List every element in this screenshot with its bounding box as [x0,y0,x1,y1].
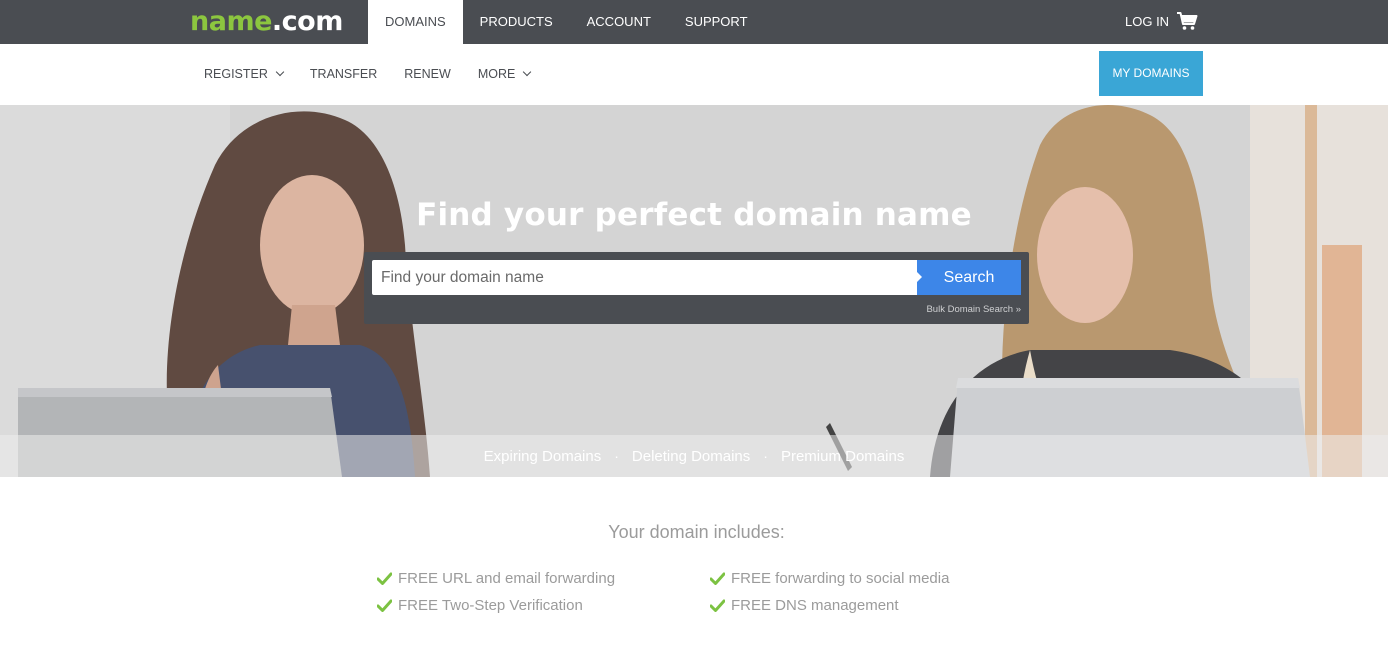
premium-domains-link[interactable]: Premium Domains [781,448,904,465]
checkmark-icon [710,572,725,585]
hero-links: Expiring Domains · Deleting Domains · Pr… [0,435,1388,477]
subnav-renew[interactable]: RENEW [404,44,451,105]
expiring-domains-link[interactable]: Expiring Domains [484,448,602,465]
subnav-register[interactable]: REGISTER [204,44,285,105]
search-button-notch [916,271,922,283]
checkmark-icon [377,599,392,612]
hero-banner: Find your perfect domain name Search Bul… [0,105,1388,477]
top-nav: DOMAINS PRODUCTS ACCOUNT SUPPORT [368,0,765,44]
checkmark-icon [710,599,725,612]
my-domains-button[interactable]: MY DOMAINS [1099,51,1203,96]
checkmark-icon [377,572,392,585]
feature-label: FREE DNS management [731,597,899,614]
feature-item: FREE DNS management [710,597,899,614]
hero-title: Find your perfect domain name [416,197,972,233]
subnav-more[interactable]: MORE [477,44,532,105]
top-nav-account[interactable]: ACCOUNT [570,0,668,44]
login-link[interactable]: LOG IN [1125,0,1169,44]
bulk-domain-search-link[interactable]: Bulk Domain Search » [926,304,1021,315]
subnav-transfer[interactable]: TRANSFER [310,44,377,105]
feature-item: FREE URL and email forwarding [377,570,615,587]
link-separator: · [614,448,619,464]
shopping-cart-icon[interactable] [1176,10,1198,32]
subnav-transfer-label: TRANSFER [309,67,378,81]
feature-label: FREE forwarding to social media [731,570,950,587]
brand-logo-part2: .com [271,6,343,37]
link-separator: · [763,448,768,464]
includes-heading: Your domain includes: [608,522,785,542]
subnav-renew-label: RENEW [404,67,451,81]
brand-logo[interactable]: name.com [190,4,343,40]
domains-subnav-bar: REGISTER TRANSFER RENEW MORE MY DOMAINS [0,44,1388,105]
feature-item: FREE forwarding to social media [710,570,949,587]
brand-logo-part1: name [190,6,272,37]
top-nav-products[interactable]: PRODUCTS [463,0,570,44]
chevron-down-icon [275,67,285,77]
feature-item: FREE Two-Step Verification [377,597,583,614]
top-nav-support[interactable]: SUPPORT [668,0,765,44]
domain-search-input[interactable] [372,260,917,295]
subnav-register-label: REGISTER [204,67,268,81]
top-nav-domains[interactable]: DOMAINS [368,0,463,44]
chevron-down-icon [523,67,532,77]
search-button-label: Search [943,269,995,286]
deleting-domains-link[interactable]: Deleting Domains [632,448,750,465]
top-navigation-bar: name.com DOMAINS PRODUCTS ACCOUNT SUPPOR… [0,0,1388,44]
domains-subnav: REGISTER TRANSFER RENEW MORE [204,44,557,105]
domain-search-box: Search Bulk Domain Search » [364,252,1029,324]
feature-label: FREE Two-Step Verification [398,597,583,614]
search-button[interactable]: Search [916,260,1021,295]
subnav-more-label: MORE [477,67,516,81]
feature-label: FREE URL and email forwarding [398,570,616,587]
